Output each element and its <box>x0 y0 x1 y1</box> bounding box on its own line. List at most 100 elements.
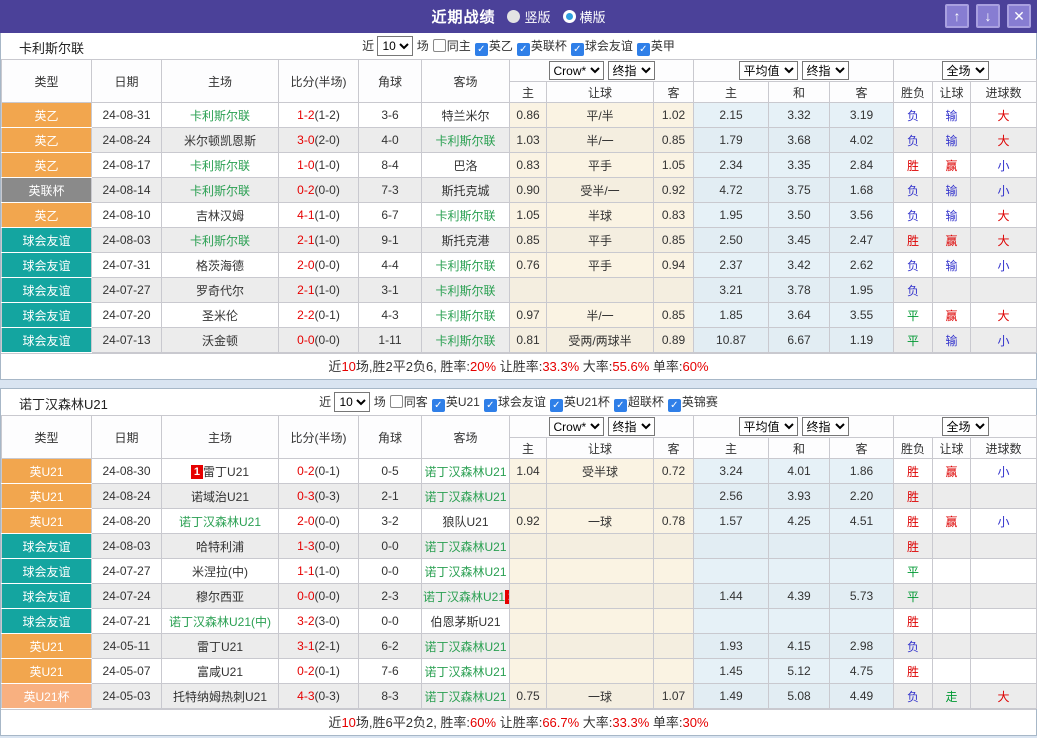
home-team-name[interactable]: 穆尔西亚 <box>196 590 244 604</box>
league-checkbox[interactable]: ✓ <box>549 399 563 412</box>
away-team-name[interactable]: 卡利斯尔联 <box>435 284 495 298</box>
home-team-name[interactable]: 卡利斯尔联 <box>190 159 250 173</box>
league-checkbox-label[interactable]: 球会友谊 <box>498 395 546 409</box>
avg-away-cell: 4.49 <box>829 683 895 709</box>
away-team-name[interactable]: 诺丁汉森林U21 <box>424 465 506 479</box>
home-team-name[interactable]: 米尔顿凯恩斯 <box>184 134 256 148</box>
odds-stage-select[interactable]: 终指 <box>607 417 655 436</box>
same-venue-checkbox[interactable] <box>389 395 403 408</box>
radio-label[interactable]: 横版 <box>580 7 606 26</box>
games-count-select[interactable]: 10 <box>377 36 414 56</box>
same-venue-label[interactable]: 同客 <box>404 395 428 409</box>
match-row: 球会友谊24-07-24穆尔西亚0-0(0-0)2-3诺丁汉森林U2111.44… <box>1 583 1037 609</box>
league-checkbox[interactable]: ✓ <box>636 43 650 56</box>
away-team-name[interactable]: 卡利斯尔联 <box>435 334 495 348</box>
home-team-name[interactable]: 诺丁汉森林U21 <box>179 515 261 529</box>
home-team-name[interactable]: 诺丁汉森林U21(中) <box>169 615 271 629</box>
home-team-name[interactable]: 罗奇代尔 <box>196 284 244 298</box>
avg-stage-select[interactable]: 终指 <box>801 61 849 80</box>
away-team-name[interactable]: 伯恩茅斯U21 <box>430 615 500 629</box>
away-team-name[interactable]: 卡利斯尔联 <box>435 259 495 273</box>
league-checkbox-label[interactable]: 英甲 <box>651 39 675 53</box>
away-team-name[interactable]: 斯托克港 <box>441 234 489 248</box>
league-checkbox-label[interactable]: 英U21杯 <box>564 395 610 409</box>
avg-stage-select[interactable]: 终指 <box>801 417 849 436</box>
home-team-name[interactable]: 哈特利浦 <box>196 540 244 554</box>
league-checkbox-label[interactable]: 英乙 <box>489 39 513 53</box>
halftime-score: (0-3) <box>314 689 340 703</box>
away-team-name[interactable]: 诺丁汉森林U21 <box>424 690 506 704</box>
league-checkbox[interactable]: ✓ <box>570 43 584 56</box>
result-goals-cell: 小 <box>970 327 1037 353</box>
avg-source-select[interactable]: 平均值 <box>738 61 798 80</box>
scope-select[interactable]: 全场 <box>941 417 989 436</box>
league-checkbox[interactable]: ✓ <box>613 399 627 412</box>
league-checkbox[interactable]: ✓ <box>667 399 681 412</box>
radio-label[interactable]: 竖版 <box>524 7 550 26</box>
away-team-name[interactable]: 诺丁汉森林U21 <box>424 565 506 579</box>
odds-home-cell: 0.75 <box>509 683 547 709</box>
home-team-name[interactable]: 格茨海德 <box>196 259 244 273</box>
move-up-button[interactable]: ↑ <box>945 4 969 28</box>
league-checkbox-label[interactable]: 英锦赛 <box>682 395 718 409</box>
games-count-select[interactable]: 10 <box>334 392 371 412</box>
home-team-name[interactable]: 吉林汉姆 <box>196 209 244 223</box>
scope-select[interactable]: 全场 <box>941 61 989 80</box>
away-team-name[interactable]: 卡利斯尔联 <box>435 134 495 148</box>
halftime-score: (1-0) <box>314 233 340 247</box>
home-team-name[interactable]: 雷丁U21 <box>197 640 243 654</box>
away-team-name[interactable]: 诺丁汉森林U21 <box>424 540 506 554</box>
move-down-button[interactable]: ↓ <box>976 4 1000 28</box>
home-team-name[interactable]: 诺域治U21 <box>191 490 249 504</box>
league-checkbox-label[interactable]: 英联杯 <box>531 39 567 53</box>
home-team-name[interactable]: 托特纳姆热刺U21 <box>173 690 267 704</box>
away-team-name[interactable]: 诺丁汉森林U21 <box>423 590 505 604</box>
league-checkbox[interactable]: ✓ <box>474 43 488 56</box>
home-team-name[interactable]: 雷丁U21 <box>203 465 249 479</box>
league-type-cell: 英U21 <box>1 633 92 659</box>
same-venue-checkbox[interactable] <box>432 39 446 52</box>
away-team-cell: 卡利斯尔联 <box>421 202 510 228</box>
vertical-layout-radio[interactable] <box>507 10 521 23</box>
away-team-name[interactable]: 诺丁汉森林U21 <box>424 665 506 679</box>
halftime-score: (0-1) <box>314 308 340 322</box>
home-team-name[interactable]: 米涅拉(中) <box>192 565 248 579</box>
home-team-name[interactable]: 圣米伦 <box>202 309 238 323</box>
close-button[interactable]: ✕ <box>1007 4 1031 28</box>
fulltime-score: 3-0 <box>297 133 315 147</box>
home-team-name[interactable]: 沃金顿 <box>202 334 238 348</box>
league-checkbox-label[interactable]: 英U21 <box>446 395 480 409</box>
away-team-name[interactable]: 诺丁汉森林U21 <box>424 640 506 654</box>
horizontal-layout-radio[interactable] <box>562 10 576 23</box>
column-header: 日期 <box>91 415 162 459</box>
away-team-name[interactable]: 卡利斯尔联 <box>435 309 495 323</box>
column-header: 类型 <box>1 415 92 459</box>
away-team-name[interactable]: 狼队U21 <box>442 515 488 529</box>
avg-source-select[interactable]: 平均值 <box>738 417 798 436</box>
away-team-name[interactable]: 特兰米尔 <box>441 109 489 123</box>
away-team-name[interactable]: 诺丁汉森林U21 <box>424 490 506 504</box>
league-checkbox[interactable]: ✓ <box>431 399 445 412</box>
match-row: 英乙 24-08-17 卡利斯尔联 1-0(1-0) 8-4 巴洛 0.83 平手 1.05 2.… <box>1 152 1037 178</box>
league-checkbox[interactable]: ✓ <box>516 43 530 56</box>
home-team-name[interactable]: 卡利斯尔联 <box>190 234 250 248</box>
avg-away-cell <box>829 533 895 559</box>
odds-provider-select[interactable]: Crow* <box>548 61 604 80</box>
match-row: 球会友谊 24-07-27 米涅拉(中) 1-1(1-0) 0-0 诺丁汉森林U21 平 <box>1 558 1037 584</box>
away-team-name[interactable]: 卡利斯尔联 <box>435 209 495 223</box>
summary-text: 60% <box>470 715 497 730</box>
away-team-name[interactable]: 巴洛 <box>453 159 477 173</box>
league-checkbox[interactable]: ✓ <box>483 399 497 412</box>
away-team-cell: 卡利斯尔联 <box>421 127 510 153</box>
league-checkbox-label[interactable]: 球会友谊 <box>585 39 633 53</box>
home-team-name[interactable]: 卡利斯尔联 <box>190 184 250 198</box>
home-team-name[interactable]: 富咸U21 <box>197 665 243 679</box>
league-checkbox-label[interactable]: 超联杯 <box>628 395 664 409</box>
odds-stage-select[interactable]: 终指 <box>607 61 655 80</box>
away-team-name[interactable]: 斯托克城 <box>441 184 489 198</box>
halftime-score: (1-0) <box>314 283 340 297</box>
odds-provider-select[interactable]: Crow* <box>548 417 604 436</box>
home-team-name[interactable]: 卡利斯尔联 <box>190 109 250 123</box>
same-venue-label[interactable]: 同主 <box>447 39 471 53</box>
result-goals-cell <box>970 608 1037 634</box>
